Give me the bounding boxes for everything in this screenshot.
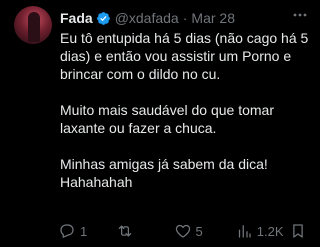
bookmark-icon	[293, 224, 303, 238]
view-count: 1.2K	[256, 223, 284, 239]
tweet-header: Fada @xdafada · Mar 28	[60, 9, 307, 27]
tweet-date[interactable]: Mar 28	[191, 10, 235, 26]
retweet-button[interactable]	[116, 222, 174, 240]
like-button[interactable]: 5	[174, 222, 235, 240]
user-handle[interactable]: @xdafada	[115, 10, 179, 26]
heart-icon	[175, 224, 190, 238]
retweet-icon	[118, 225, 132, 237]
display-name[interactable]: Fada	[60, 10, 93, 26]
verified-badge-icon	[96, 11, 111, 26]
views-button[interactable]: 1.2K	[235, 222, 289, 240]
analytics-icon	[238, 225, 251, 238]
reply-count: 1	[80, 223, 88, 239]
avatar-figure	[28, 12, 40, 42]
tweet-text: Eu tô entupida há 5 dias (não cago há 5 …	[60, 29, 310, 191]
reply-button[interactable]: 1	[58, 222, 116, 240]
avatar[interactable]	[14, 6, 52, 44]
tweet-paragraph: Muito mais saudável do que tomar laxante…	[60, 102, 274, 136]
more-options-icon[interactable]	[291, 6, 309, 24]
like-count: 5	[195, 223, 203, 239]
reply-icon	[60, 224, 74, 238]
separator-dot: ·	[182, 10, 188, 26]
tweet-actions: 1 5 1.2K	[58, 221, 307, 241]
tweet[interactable]: Fada @xdafada · Mar 28 Eu tô entupida há…	[0, 0, 317, 247]
tweet-paragraph: Minhas amigas já sabem da dica! Hahahaha…	[60, 156, 268, 190]
tweet-paragraph: Eu tô entupida há 5 dias (não cago há 5 …	[60, 30, 309, 82]
bookmark-button[interactable]	[289, 222, 307, 240]
